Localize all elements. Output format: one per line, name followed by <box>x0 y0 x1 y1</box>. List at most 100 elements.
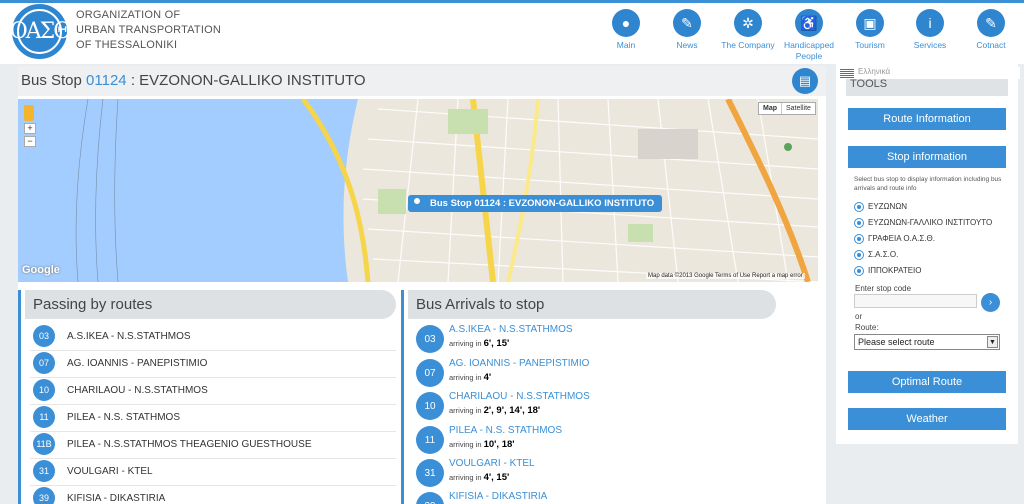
pegman-icon[interactable] <box>24 105 34 121</box>
route-name: KIFISIA - DIKASTIRIA <box>67 493 166 504</box>
route-badge: 31 <box>416 459 444 487</box>
nav-services[interactable]: i Services <box>898 9 962 51</box>
route-row[interactable]: 03 A.S.IKEA - N.S.STATHMOS <box>30 324 396 351</box>
nav-main-label: Main <box>616 40 636 50</box>
route-row[interactable]: 10 CHARILAOU - N.S.STATHMOS <box>30 378 396 405</box>
stop-radio[interactable]: ΕΥΖΩΝΩΝ-ΓΑΛΛΙΚΟ ΙΝΣΤΙΤΟΥΤΟ <box>854 218 992 230</box>
nav-contact-label: Cotnact <box>976 40 1006 50</box>
arrival-minutes: 6', 15' <box>483 338 510 349</box>
route-row[interactable]: 31 VOULGARI - KTEL <box>30 459 396 486</box>
radio-button[interactable] <box>854 234 864 244</box>
nav-news[interactable]: ✎ News <box>655 9 719 51</box>
stop-radio[interactable]: ΙΠΠΟΚΡΑΤΕΙΟ <box>854 266 922 278</box>
stop-code-input[interactable] <box>854 294 977 308</box>
nav-main[interactable]: ● Main <box>594 9 658 51</box>
stop-info-note: Select bus stop to display information i… <box>854 176 1002 192</box>
map-type-map[interactable]: Map <box>759 103 782 114</box>
nav-contact[interactable]: ✎ Cotnact <box>959 9 1023 51</box>
route-badge: 10 <box>416 392 444 420</box>
enter-stop-code-label: Enter stop code <box>855 284 912 293</box>
arrival-route-name[interactable]: CHARILAOU - N.S.STATHMOS <box>449 391 590 402</box>
arrival-row[interactable]: 31 VOULGARI - KTEL arriving in 4', 15' <box>413 456 779 490</box>
nav-services-label: Services <box>913 40 947 50</box>
zoom-in-button[interactable]: + <box>24 123 36 134</box>
stop-radio[interactable]: ΓΡΑΦΕΙΑ Ο.Α.Σ.Θ. <box>854 234 935 246</box>
greek-flag-icon <box>840 69 854 78</box>
stop-marker-icon[interactable] <box>412 196 422 206</box>
route-row[interactable]: 39 KIFISIA - DIKASTIRIA <box>30 486 396 504</box>
arrival-times: arriving in 4', 15' <box>449 472 509 483</box>
arrival-times: arriving in 2', 9', 14', 18' <box>449 405 540 416</box>
route-badge: 07 <box>416 359 444 387</box>
arrival-route-name[interactable]: PILEA - N.S. STATHMOS <box>449 425 562 436</box>
arrivals-heading: Bus Arrivals to stop <box>408 290 776 319</box>
chevron-right-icon: › <box>988 297 993 308</box>
radio-button[interactable] <box>854 250 864 260</box>
route-row[interactable]: 11 PILEA - N.S. STATHMOS <box>30 405 396 432</box>
stop-radio-label: ΙΠΠΟΚΡΑΤΕΙΟ <box>868 266 922 276</box>
arrival-minutes: 10', 18' <box>483 439 515 450</box>
optimal-route-button[interactable]: Optimal Route <box>848 371 1006 393</box>
stop-code-go-button[interactable]: › <box>981 293 1000 312</box>
nav-company[interactable]: ✲ The Company <box>716 9 780 51</box>
camera-icon: ▣ <box>856 9 884 37</box>
route-name: CHARILAOU - N.S.STATHMOS <box>67 385 208 396</box>
map-type-control: Map Satellite <box>758 102 816 115</box>
nav-tourism[interactable]: ▣ Tourism <box>838 9 902 51</box>
map-type-satellite[interactable]: Satellite <box>782 103 815 114</box>
arriving-in-label: arriving in <box>449 473 482 482</box>
arrival-route-name[interactable]: VOULGARI - KTEL <box>449 458 535 469</box>
arriving-in-label: arriving in <box>449 440 482 449</box>
arrivals-panel: Bus Arrivals to stop 03 A.S.IKEA - N.S.S… <box>401 290 781 504</box>
route-badge: 11B <box>33 433 55 455</box>
arrival-row[interactable]: 07 AG. IOANNIS - PANEPISTIMIO arriving i… <box>413 356 779 390</box>
stop-map[interactable]: + − Map Satellite Bus Stop 01124 : EVZON… <box>18 99 818 282</box>
stop-radio[interactable]: ΕΥΖΩΝΩΝ <box>854 202 907 214</box>
nav-handicapped[interactable]: ♿ Handicapped People <box>777 9 841 62</box>
language-label: Ελληνικά <box>858 67 891 76</box>
stop-information-button[interactable]: Stop information <box>848 146 1006 168</box>
route-badge: 39 <box>33 487 55 504</box>
route-information-button[interactable]: Route Information <box>848 108 1006 130</box>
route-row[interactable]: 07 AG. IOANNIS - PANEPISTIMIO <box>30 351 396 378</box>
map-pin-icon: ● <box>612 9 640 37</box>
route-select[interactable]: Please select route ▼ <box>854 334 1000 350</box>
route-badge: 11 <box>416 426 444 454</box>
radio-button[interactable] <box>854 202 864 212</box>
radio-button[interactable] <box>854 266 864 276</box>
oasth-logo[interactable]: ΟΑΣΘ <box>10 4 71 59</box>
title-prefix: Bus Stop <box>21 72 82 89</box>
route-row[interactable]: 11B PILEA - N.S.STATHMOS THEAGENIO GUEST… <box>30 432 396 459</box>
arrival-row[interactable]: 11 PILEA - N.S. STATHMOS arriving in 10'… <box>413 423 779 457</box>
stop-radio[interactable]: Σ.Α.Σ.Ο. <box>854 250 898 262</box>
map-attribution: Map data ©2013 Google Terms of Use Repor… <box>646 273 805 279</box>
language-switch[interactable]: Ελληνικά <box>838 67 1020 79</box>
org-line-1: ORGANIZATION OF <box>76 9 181 21</box>
route-badge: 39 <box>416 492 444 504</box>
arrival-route-name[interactable]: A.S.IKEA - N.S.STATHMOS <box>449 324 573 335</box>
arrival-times: arriving in 10', 18' <box>449 439 515 450</box>
wheelchair-icon: ♿ <box>795 9 823 37</box>
arrival-route-name[interactable]: KIFISIA - DIKASTIRIA <box>449 491 547 502</box>
printer-icon: ▤ <box>798 73 812 88</box>
arriving-in-label: arriving in <box>449 339 482 348</box>
print-button[interactable]: ▤ <box>792 68 818 94</box>
route-label: Route: <box>855 323 879 332</box>
page-title: Bus Stop 01124 : EVZONON-GALLIKO INSTITU… <box>21 72 366 89</box>
zoom-out-button[interactable]: − <box>24 136 36 147</box>
org-line-2: URBAN TRANSPORTATION <box>76 24 221 36</box>
weather-button[interactable]: Weather <box>848 408 1006 430</box>
route-badge: 07 <box>33 352 55 374</box>
arrival-route-name[interactable]: AG. IOANNIS - PANEPISTIMIO <box>449 358 589 369</box>
route-name: VOULGARI - KTEL <box>67 466 153 477</box>
arrival-row[interactable]: 39 KIFISIA - DIKASTIRIA <box>413 489 779 504</box>
arriving-in-label: arriving in <box>449 406 482 415</box>
org-line-3: OF THESSALONIKI <box>76 39 178 51</box>
route-name: PILEA - N.S. STATHMOS <box>67 412 180 423</box>
radio-button[interactable] <box>854 218 864 228</box>
stop-marker-label[interactable]: Bus Stop 01124 : EVZONON-GALLIKO INSTITU… <box>408 195 663 212</box>
organization-name: ORGANIZATION OF URBAN TRANSPORTATION OF … <box>76 8 221 53</box>
arrival-row[interactable]: 10 CHARILAOU - N.S.STATHMOS arriving in … <box>413 389 779 423</box>
passing-routes-heading: Passing by routes <box>25 290 396 319</box>
arrival-row[interactable]: 03 A.S.IKEA - N.S.STATHMOS arriving in 6… <box>413 322 779 356</box>
